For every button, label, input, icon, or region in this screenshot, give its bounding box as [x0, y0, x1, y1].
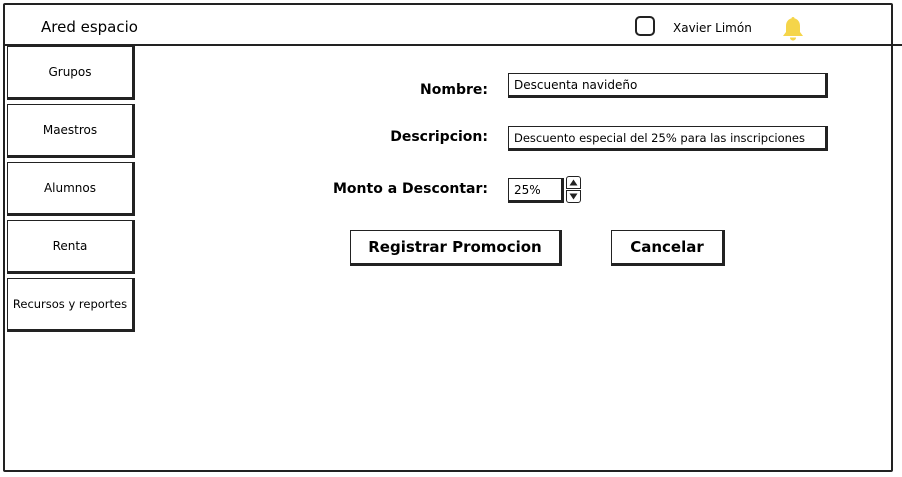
sidebar-item-label: Renta: [52, 239, 88, 253]
descripcion-input[interactable]: Descuento especial del 25% para las insc…: [508, 126, 828, 151]
bell-icon-svg: [783, 17, 803, 41]
monto-stepper[interactable]: [566, 176, 581, 205]
sidebar-item-label: Alumnos: [43, 181, 97, 195]
sidebar-item-alumnos[interactable]: Alumnos: [7, 162, 135, 216]
cancel-button[interactable]: Cancelar: [611, 230, 725, 266]
sidebar-item-label: Grupos: [48, 65, 92, 79]
triangle-down-icon: [569, 193, 578, 200]
triangle-up-icon: [569, 179, 578, 186]
monto-label: Monto a Descontar:: [333, 181, 488, 197]
avatar[interactable]: [635, 16, 655, 36]
sidebar-item-maestros[interactable]: Maestros: [7, 104, 135, 158]
header-divider: [3, 44, 902, 46]
sidebar-item-label: Recursos y reportes: [12, 297, 128, 311]
nombre-input[interactable]: Descuenta navideño: [508, 73, 828, 98]
user-name[interactable]: Xavier Limón: [673, 21, 752, 36]
sidebar-item-recursos-reportes[interactable]: Recursos y reportes: [7, 278, 135, 332]
sidebar-item-renta[interactable]: Renta: [7, 220, 135, 274]
descripcion-label: Descripcion:: [390, 129, 488, 145]
app-title: Ared espacio: [41, 18, 138, 36]
bell-icon[interactable]: [781, 15, 805, 43]
sidebar-item-grupos[interactable]: Grupos: [7, 46, 135, 100]
nombre-label: Nombre:: [420, 82, 488, 98]
monto-input[interactable]: 25%: [508, 178, 564, 203]
sidebar-item-label: Maestros: [42, 123, 98, 137]
stepper-down-button[interactable]: [566, 190, 581, 203]
stepper-up-button[interactable]: [566, 176, 581, 189]
register-promotion-button[interactable]: Registrar Promocion: [350, 230, 562, 266]
